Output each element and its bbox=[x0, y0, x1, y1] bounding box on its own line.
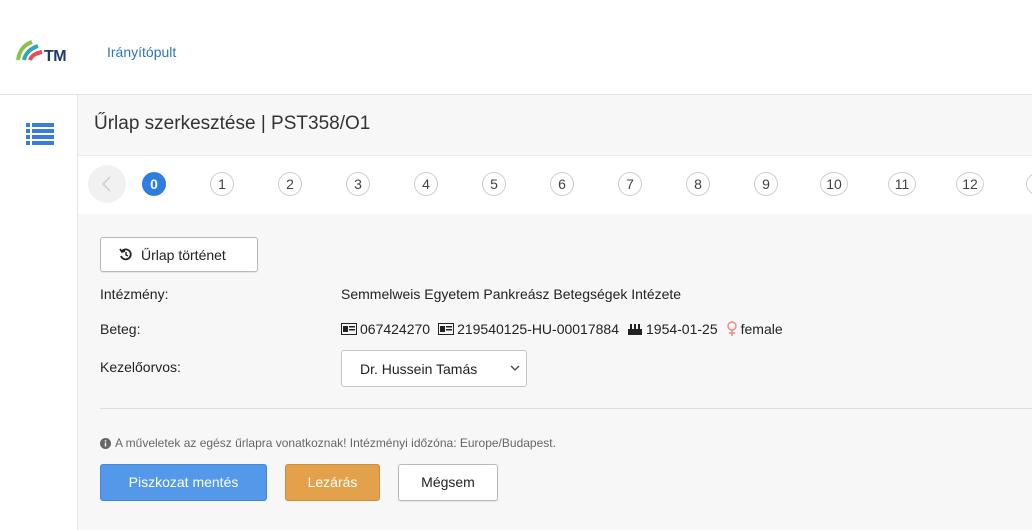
nav-link-dashboard[interactable]: Irányítópult bbox=[107, 44, 176, 60]
id-card-icon bbox=[341, 323, 357, 335]
stepper-prev-button[interactable] bbox=[88, 165, 126, 203]
step-10[interactable]: 10 bbox=[820, 172, 848, 196]
institution-value: Semmelweis Egyetem Pankreász Betegségek … bbox=[341, 286, 682, 302]
form-history-label: Űrlap történet bbox=[141, 247, 226, 263]
doctor-select[interactable]: Dr. Hussein Tamás bbox=[341, 350, 527, 387]
chevron-down-icon bbox=[510, 365, 520, 371]
step-5[interactable]: 5 bbox=[482, 172, 506, 196]
institution-label: Intézmény: bbox=[100, 286, 169, 302]
info-text: A műveletek az egész űrlapra vonatkoznak… bbox=[115, 436, 556, 450]
main-panel: Űrlap szerkesztése | PST358/O1 0 1 2 3 4… bbox=[78, 95, 1032, 530]
patient-gender: female bbox=[740, 321, 783, 337]
step-2[interactable]: 2 bbox=[278, 172, 302, 196]
patient-id-chip: 067424270 bbox=[341, 321, 430, 337]
info-icon bbox=[100, 437, 111, 449]
step-7[interactable]: 7 bbox=[618, 172, 642, 196]
birthday-cake-icon bbox=[628, 324, 642, 335]
cancel-button[interactable]: Mégsem bbox=[398, 464, 498, 501]
patient-birth: 1954-01-25 bbox=[646, 321, 718, 337]
patient-info: 067424270 219540125-HU-00017884 1954-01-… bbox=[341, 321, 791, 337]
divider bbox=[100, 408, 1032, 409]
patient-label: Beteg: bbox=[100, 321, 141, 337]
info-message: A műveletek az egész űrlapra vonatkoznak… bbox=[100, 436, 556, 450]
top-bar: TM Irányítópult bbox=[0, 0, 1032, 95]
patient-gender-chip: female bbox=[726, 321, 783, 337]
sidebar bbox=[0, 95, 78, 530]
step-3[interactable]: 3 bbox=[346, 172, 370, 196]
step-0[interactable]: 0 bbox=[142, 172, 166, 196]
save-draft-button[interactable]: Piszkozat mentés bbox=[100, 464, 267, 501]
id-card-icon bbox=[438, 323, 455, 335]
step-9[interactable]: 9 bbox=[754, 172, 778, 196]
logo-graphic bbox=[16, 40, 43, 61]
logo-text: TM bbox=[44, 48, 67, 65]
form-history-button[interactable]: Űrlap történet bbox=[100, 237, 258, 272]
chevron-left-icon bbox=[101, 176, 111, 192]
patient-id: 067424270 bbox=[360, 321, 431, 337]
patient-code-chip: 219540125-HU-00017884 bbox=[438, 321, 619, 337]
step-partial[interactable] bbox=[1026, 172, 1032, 196]
step-8[interactable]: 8 bbox=[686, 172, 710, 196]
close-form-button[interactable]: Lezárás bbox=[285, 464, 380, 501]
list-icon[interactable] bbox=[26, 123, 54, 145]
page-title: Űrlap szerkesztése | PST358/O1 bbox=[94, 113, 371, 134]
app-logo[interactable]: TM bbox=[16, 36, 70, 70]
step-1[interactable]: 1 bbox=[210, 172, 234, 196]
form-content: Űrlap történet Intézmény: Semmelweis Egy… bbox=[78, 214, 1032, 530]
history-icon bbox=[119, 248, 132, 261]
doctor-label: Kezelőorvos: bbox=[100, 359, 181, 375]
patient-birth-chip: 1954-01-25 bbox=[627, 321, 718, 337]
step-6[interactable]: 6 bbox=[550, 172, 574, 196]
doctor-select-value: Dr. Hussein Tamás bbox=[360, 361, 478, 377]
patient-code: 219540125-HU-00017884 bbox=[457, 321, 619, 337]
form-stepper: 0 1 2 3 4 5 6 7 8 9 10 11 12 bbox=[78, 155, 1032, 215]
female-icon bbox=[726, 321, 737, 336]
step-12[interactable]: 12 bbox=[956, 172, 984, 196]
step-4[interactable]: 4 bbox=[414, 172, 438, 196]
step-11[interactable]: 11 bbox=[888, 172, 916, 196]
